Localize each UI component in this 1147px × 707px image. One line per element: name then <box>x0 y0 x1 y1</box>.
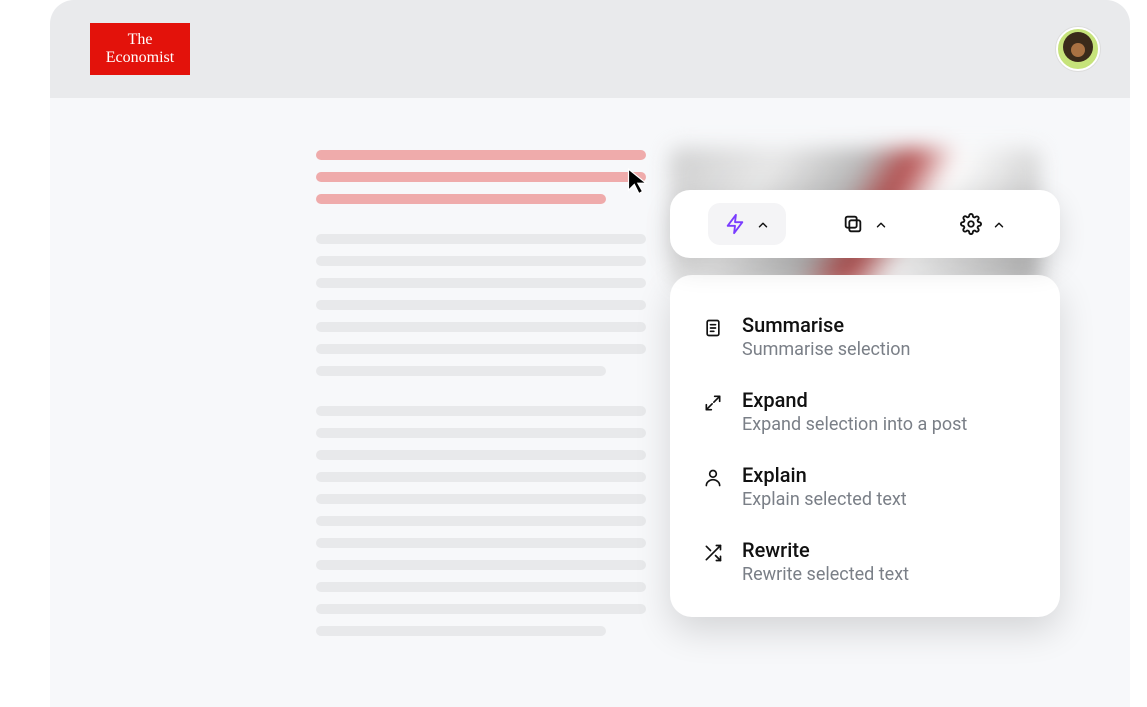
selected-text-line[interactable] <box>316 194 606 204</box>
chevron-up-icon <box>756 217 770 231</box>
menu-item-sub: Expand selection into a post <box>742 414 967 435</box>
cursor-icon <box>626 168 652 196</box>
text-line <box>316 450 646 460</box>
text-line <box>316 234 646 244</box>
text-line <box>316 560 646 570</box>
menu-item-summarise[interactable]: Summarise Summarise selection <box>670 299 1060 374</box>
ai-actions-menu: Summarise Summarise selection Expand Exp… <box>670 275 1060 617</box>
selected-text-line[interactable] <box>316 172 646 182</box>
text-line <box>316 582 646 592</box>
menu-item-explain[interactable]: Explain Explain selected text <box>670 449 1060 524</box>
toolbar-ai-button[interactable] <box>708 203 786 245</box>
text-line <box>316 300 646 310</box>
text-line <box>316 256 646 266</box>
text-line <box>316 626 606 636</box>
text-line <box>316 494 646 504</box>
text-line <box>316 538 646 548</box>
toolbar-settings-button[interactable] <box>944 203 1022 245</box>
menu-item-title: Summarise <box>742 313 910 337</box>
text-line <box>316 366 606 376</box>
menu-item-sub: Explain selected text <box>742 489 907 510</box>
text-line <box>316 604 646 614</box>
text-line <box>316 322 646 332</box>
bolt-icon <box>724 213 746 235</box>
menu-item-title: Expand <box>742 388 967 412</box>
article-body <box>316 150 646 648</box>
selected-text-line[interactable] <box>316 150 646 160</box>
ai-toolbar <box>670 190 1060 258</box>
text-line <box>316 428 646 438</box>
person-icon <box>702 467 724 489</box>
app-window: The Economist <box>50 0 1130 707</box>
menu-item-rewrite[interactable]: Rewrite Rewrite selected text <box>670 524 1060 599</box>
menu-item-sub: Summarise selection <box>742 339 910 360</box>
chevron-up-icon <box>992 217 1006 231</box>
expand-icon <box>702 392 724 414</box>
menu-item-title: Explain <box>742 463 907 487</box>
menu-item-expand[interactable]: Expand Expand selection into a post <box>670 374 1060 449</box>
topbar: The Economist <box>50 0 1130 98</box>
text-line <box>316 278 646 288</box>
shuffle-icon <box>702 542 724 564</box>
avatar[interactable] <box>1056 27 1100 71</box>
doc-icon <box>702 317 724 339</box>
toolbar-copy-button[interactable] <box>826 203 904 245</box>
menu-item-sub: Rewrite selected text <box>742 564 909 585</box>
copy-icon <box>842 213 864 235</box>
gear-icon <box>960 213 982 235</box>
menu-item-title: Rewrite <box>742 538 909 562</box>
brand-logo[interactable]: The Economist <box>90 23 190 75</box>
text-line <box>316 406 646 416</box>
text-line <box>316 472 646 482</box>
text-line <box>316 344 646 354</box>
text-line <box>316 516 646 526</box>
brand-line2: Economist <box>106 49 174 66</box>
chevron-up-icon <box>874 217 888 231</box>
brand-line1: The <box>128 31 153 48</box>
